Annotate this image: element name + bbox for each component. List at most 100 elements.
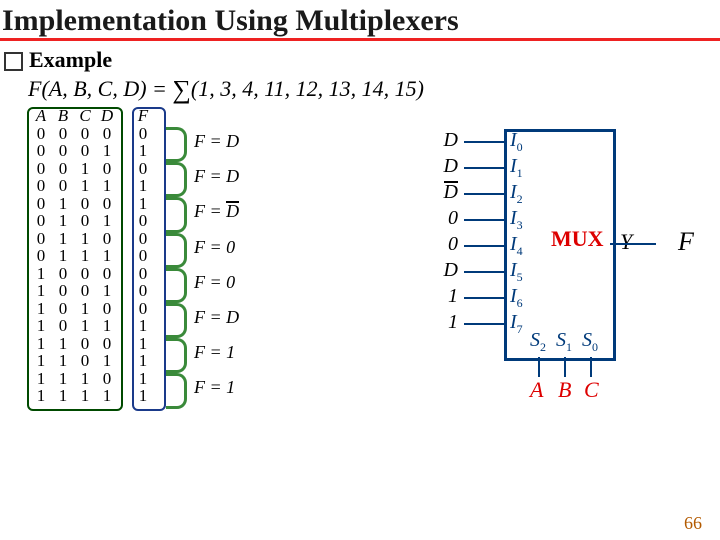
- table-cell: 0: [74, 335, 96, 353]
- table-cell: 0: [52, 142, 74, 160]
- group-bracket-icon: [166, 127, 187, 162]
- table-cell: 1: [118, 335, 154, 353]
- select-input-b: B: [558, 377, 571, 403]
- sigma-icon: ∑: [172, 75, 191, 104]
- table-cell: 1: [30, 300, 52, 318]
- table-cell: 0: [74, 265, 96, 283]
- table-cell: 1: [74, 300, 96, 318]
- table-cell: 0: [30, 230, 52, 248]
- mux-input-wire: [464, 193, 504, 195]
- group-f-label: F = D: [194, 131, 239, 152]
- table-cell: 0: [118, 160, 154, 178]
- table-cell: 1: [96, 142, 118, 160]
- table-cell: 0: [30, 177, 52, 195]
- mux-input-label-i0: I0: [510, 129, 523, 155]
- table-cell: 1: [118, 370, 154, 388]
- mux-input-label-i2: I2: [510, 181, 523, 207]
- table-row: 10000: [30, 265, 154, 283]
- table-cell: 0: [52, 160, 74, 178]
- table-cell: 0: [74, 352, 96, 370]
- function-output-f: F: [678, 227, 694, 257]
- table-cell: 1: [118, 387, 154, 405]
- table-cell: 1: [30, 370, 52, 388]
- table-row: 01100: [30, 230, 154, 248]
- mux-input-value-3: 0: [428, 207, 458, 230]
- table-cell: 1: [118, 177, 154, 195]
- table-row: 11001: [30, 335, 154, 353]
- table-cell: 0: [118, 300, 154, 318]
- example-heading: Example: [0, 41, 720, 73]
- table-cell: 1: [118, 195, 154, 213]
- table-cell: 1: [96, 352, 118, 370]
- table-row: 01110: [30, 247, 154, 265]
- table-cell: 1: [96, 387, 118, 405]
- col-a: A: [30, 107, 52, 125]
- select-input-a: A: [530, 377, 543, 403]
- mux-input-value-2: D: [428, 181, 458, 204]
- table-row: 00111: [30, 177, 154, 195]
- table-cell: 1: [118, 352, 154, 370]
- mux-input-value-4: 0: [428, 233, 458, 256]
- mux-input-wire: [464, 297, 504, 299]
- table-cell: 1: [30, 317, 52, 335]
- table-cell: 0: [30, 125, 52, 143]
- mux-input-wire: [464, 323, 504, 325]
- table-cell: 1: [96, 317, 118, 335]
- page-title: Implementation Using Multiplexers: [0, 0, 720, 41]
- mux-input-value-6: 1: [428, 285, 458, 308]
- function-equation: F(A, B, C, D) = ∑(1, 3, 4, 11, 12, 13, 1…: [0, 73, 720, 105]
- table-cell: 1: [74, 387, 96, 405]
- table-cell: 1: [30, 282, 52, 300]
- table-cell: 0: [96, 265, 118, 283]
- mux-select-s1: S1: [556, 329, 572, 355]
- table-cell: 1: [30, 335, 52, 353]
- table-cell: 1: [96, 212, 118, 230]
- table-cell: 0: [118, 212, 154, 230]
- table-cell: 0: [96, 370, 118, 388]
- table-row: 01010: [30, 212, 154, 230]
- group-f-label: F = D: [194, 201, 239, 222]
- group-bracket-icon: [166, 268, 187, 303]
- mux-input-value-5: D: [428, 259, 458, 282]
- table-cell: 1: [52, 352, 74, 370]
- table-row: 10111: [30, 317, 154, 335]
- table-cell: 0: [52, 282, 74, 300]
- table-cell: 0: [96, 230, 118, 248]
- group-f-label: F = 0: [194, 237, 235, 258]
- table-row: 11101: [30, 370, 154, 388]
- table-cell: 1: [118, 142, 154, 160]
- table-cell: 1: [52, 247, 74, 265]
- table-cell: 0: [118, 247, 154, 265]
- table-cell: 0: [30, 160, 52, 178]
- mux-input-label-i5: I5: [510, 259, 523, 285]
- mux-output-y: Y: [620, 229, 632, 255]
- table-cell: 0: [96, 125, 118, 143]
- group-bracket-icon: [166, 197, 187, 232]
- table-cell: 1: [96, 177, 118, 195]
- equation-rhs: (1, 3, 4, 11, 12, 13, 14, 15): [191, 76, 424, 101]
- table-cell: 0: [96, 160, 118, 178]
- mux-select-s0: S0: [582, 329, 598, 355]
- select-wire-a: [538, 357, 540, 377]
- mux-input-label-i6: I6: [510, 285, 523, 311]
- table-cell: 0: [30, 142, 52, 160]
- table-row: 01001: [30, 195, 154, 213]
- mux-input-value-1: D: [428, 155, 458, 178]
- table-cell: 0: [30, 195, 52, 213]
- table-row: 11011: [30, 352, 154, 370]
- table-cell: 1: [52, 212, 74, 230]
- mux-input-label-i1: I1: [510, 155, 523, 181]
- table-cell: 1: [74, 177, 96, 195]
- table-row: 00011: [30, 142, 154, 160]
- table-cell: 0: [96, 335, 118, 353]
- mux-select-s2: S2: [530, 329, 546, 355]
- group-f-label: F = D: [194, 307, 239, 328]
- select-input-c: C: [584, 377, 599, 403]
- table-row: 10100: [30, 300, 154, 318]
- table-cell: 1: [74, 370, 96, 388]
- mux-input-label-i3: I3: [510, 207, 523, 233]
- table-cell: 0: [118, 230, 154, 248]
- group-f-label: F = 1: [194, 342, 235, 363]
- truth-table-header: A B C D F: [30, 107, 154, 125]
- mux-input-wire: [464, 219, 504, 221]
